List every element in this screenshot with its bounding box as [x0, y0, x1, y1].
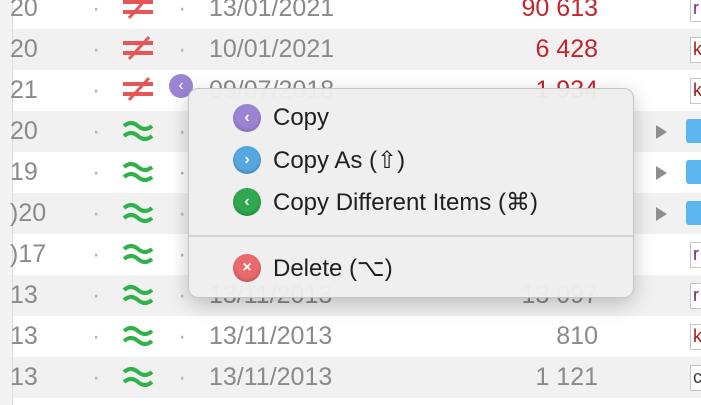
- delete-icon: ×: [233, 254, 261, 282]
- menu-item-label: Delete (⌥): [273, 255, 393, 282]
- disclosure-triangle-icon[interactable]: [656, 125, 667, 139]
- year-cell: 13: [10, 363, 38, 391]
- kind-tag: r: [690, 283, 701, 309]
- date-cell: 10/01/2021: [209, 35, 335, 63]
- approx-equal-icon: [122, 326, 154, 346]
- status-dot: ·: [178, 199, 187, 227]
- status-dot: ·: [92, 322, 101, 350]
- amount-cell: 1 121: [535, 363, 598, 391]
- kind-tag: k: [690, 78, 701, 104]
- year-cell: 21: [10, 76, 38, 104]
- status-dot: ·: [92, 117, 101, 145]
- table-row[interactable]: 20 · · 10/01/2021 6 428 k: [10, 29, 701, 70]
- table-row[interactable]: 13 · · 13/11/2013 1 121 c: [10, 357, 701, 398]
- status-dot: ·: [178, 158, 187, 186]
- status-dot: ·: [92, 35, 101, 63]
- menu-item-label: Copy As (⇧): [273, 147, 406, 174]
- menu-item-label: Copy Different Items (⌘): [273, 189, 538, 216]
- kind-tag: k: [690, 324, 701, 350]
- table-row[interactable]: 13 · · 13/11/2013 810 k: [10, 316, 701, 357]
- date-cell: 13/01/2021: [209, 0, 335, 22]
- status-dot: ·: [178, 117, 187, 145]
- status-dot: ·: [178, 281, 187, 309]
- menu-item-copy-as[interactable]: › Copy As (⇧): [189, 140, 633, 180]
- status-dot: ·: [178, 240, 187, 268]
- folder-icon: [686, 119, 701, 143]
- amount-cell: 6 428: [535, 35, 598, 63]
- approx-equal-icon: [122, 121, 154, 141]
- copy-different-icon: ‹: [233, 188, 261, 216]
- not-equal-icon: [123, 0, 153, 20]
- year-cell: )17: [10, 240, 47, 268]
- date-cell: 13/11/2013: [209, 322, 333, 350]
- status-dot: ·: [92, 76, 101, 104]
- amount-cell: 810: [556, 322, 598, 350]
- menu-item-delete[interactable]: × Delete (⌥): [189, 248, 633, 288]
- app-window: 20 · · 13/01/2021 90 613 r 20 · · 10/01/…: [0, 0, 701, 405]
- kind-tag: c: [690, 365, 701, 391]
- year-cell: 19: [10, 158, 38, 186]
- status-dot: ·: [92, 199, 101, 227]
- status-dot: ·: [92, 281, 101, 309]
- menu-item-copy[interactable]: ‹ Copy: [189, 98, 633, 138]
- amount-cell: 90 613: [521, 0, 598, 22]
- not-equal-icon: [123, 35, 153, 61]
- year-cell: 20: [10, 0, 38, 22]
- kind-tag: r: [690, 242, 701, 268]
- status-dot: ·: [178, 322, 187, 350]
- disclosure-triangle-icon[interactable]: [656, 166, 667, 180]
- year-cell: )20: [10, 199, 47, 227]
- copy-left-icon: ‹: [233, 104, 261, 132]
- folder-icon: [686, 201, 701, 225]
- status-dot: ·: [92, 240, 101, 268]
- approx-equal-icon: [122, 285, 154, 305]
- year-cell: 20: [10, 117, 38, 145]
- approx-equal-icon: [122, 367, 154, 387]
- status-dot: ·: [178, 0, 187, 22]
- menu-item-copy-different[interactable]: ‹ Copy Different Items (⌘): [189, 182, 633, 222]
- approx-equal-icon: [122, 244, 154, 264]
- menu-separator: [189, 235, 633, 237]
- menu-item-label: Copy: [273, 104, 330, 131]
- table-row[interactable]: 20 · · 13/01/2021 90 613 r: [10, 0, 701, 29]
- approx-equal-icon: [122, 162, 154, 182]
- status-dot: ·: [92, 0, 101, 22]
- disclosure-triangle-icon[interactable]: [656, 207, 667, 221]
- year-cell: 13: [10, 281, 38, 309]
- status-dot: ·: [92, 158, 101, 186]
- copy-right-icon: ›: [233, 146, 261, 174]
- kind-tag: r: [690, 0, 701, 22]
- not-equal-icon: [123, 76, 153, 102]
- year-cell: 20: [10, 35, 38, 63]
- year-cell: 13: [10, 322, 38, 350]
- approx-equal-icon: [122, 203, 154, 223]
- folder-icon: [686, 160, 701, 184]
- context-menu: ‹ Copy › Copy As (⇧) ‹ Copy Different It…: [188, 88, 634, 298]
- status-dot: ·: [92, 363, 101, 391]
- kind-tag: k: [690, 37, 701, 63]
- date-cell: 13/11/2013: [209, 363, 333, 391]
- status-dot: ·: [178, 363, 187, 391]
- status-dot: ·: [178, 35, 187, 63]
